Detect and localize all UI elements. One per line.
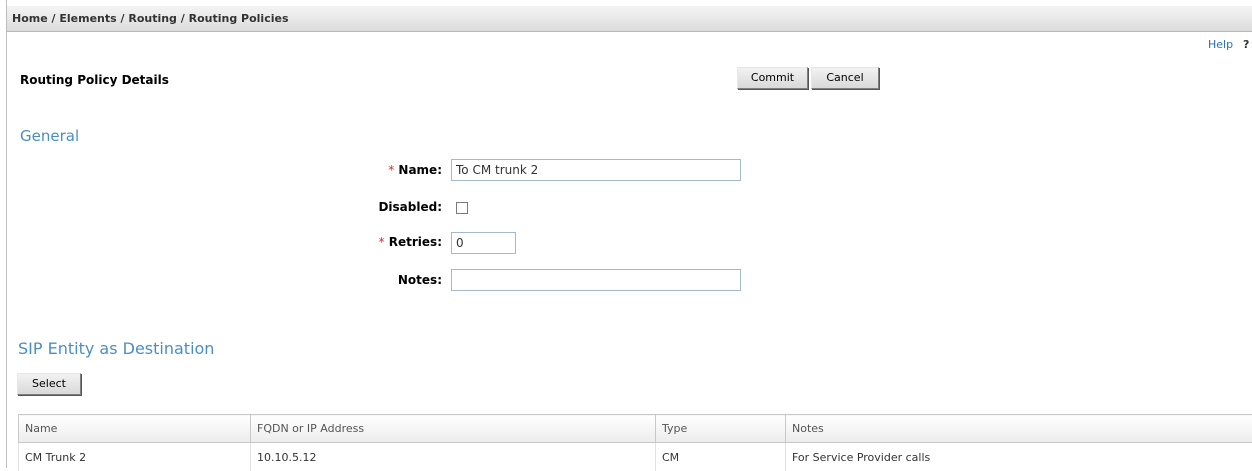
cancel-button[interactable]: Cancel (811, 67, 879, 89)
column-header-name[interactable]: Name (19, 415, 251, 443)
notes-label: Notes: (242, 273, 442, 287)
retries-input[interactable] (451, 232, 516, 254)
sip-entity-table: Name FQDN or IP Address Type Notes CM Tr… (18, 414, 1252, 471)
column-header-fqdn[interactable]: FQDN or IP Address (251, 415, 656, 443)
commit-button[interactable]: Commit (737, 67, 808, 89)
column-header-type[interactable]: Type (656, 415, 786, 443)
name-input[interactable] (451, 159, 741, 181)
select-button[interactable]: Select (17, 373, 81, 395)
frame-border (6, 0, 7, 468)
cell-notes: For Service Provider calls (786, 443, 1252, 471)
table-row[interactable]: CM Trunk 2 10.10.5.12 CM For Service Pro… (19, 443, 1252, 471)
help-link[interactable]: Help (1208, 38, 1233, 51)
retries-label-text: Retries: (389, 235, 442, 249)
disabled-label: Disabled: (242, 200, 442, 214)
retries-label: * Retries: (242, 235, 442, 249)
name-label-text: Name: (398, 163, 442, 177)
column-header-notes[interactable]: Notes (786, 415, 1252, 443)
cell-type: CM (656, 443, 786, 471)
required-marker: * (388, 163, 394, 177)
disabled-checkbox[interactable] (456, 202, 468, 214)
table-header-row: Name FQDN or IP Address Type Notes (19, 415, 1252, 443)
required-marker: * (379, 235, 385, 249)
notes-input[interactable] (451, 269, 741, 291)
name-label: * Name: (242, 163, 442, 177)
general-section-title: General (20, 127, 79, 145)
page-title: Routing Policy Details (20, 73, 169, 87)
sip-entity-section-title: SIP Entity as Destination (18, 339, 214, 358)
breadcrumb: Home / Elements / Routing / Routing Poli… (7, 6, 1252, 32)
cell-fqdn: 10.10.5.12 (251, 443, 656, 471)
help-icon[interactable]: ? (1243, 38, 1249, 51)
cell-name: CM Trunk 2 (19, 443, 251, 471)
